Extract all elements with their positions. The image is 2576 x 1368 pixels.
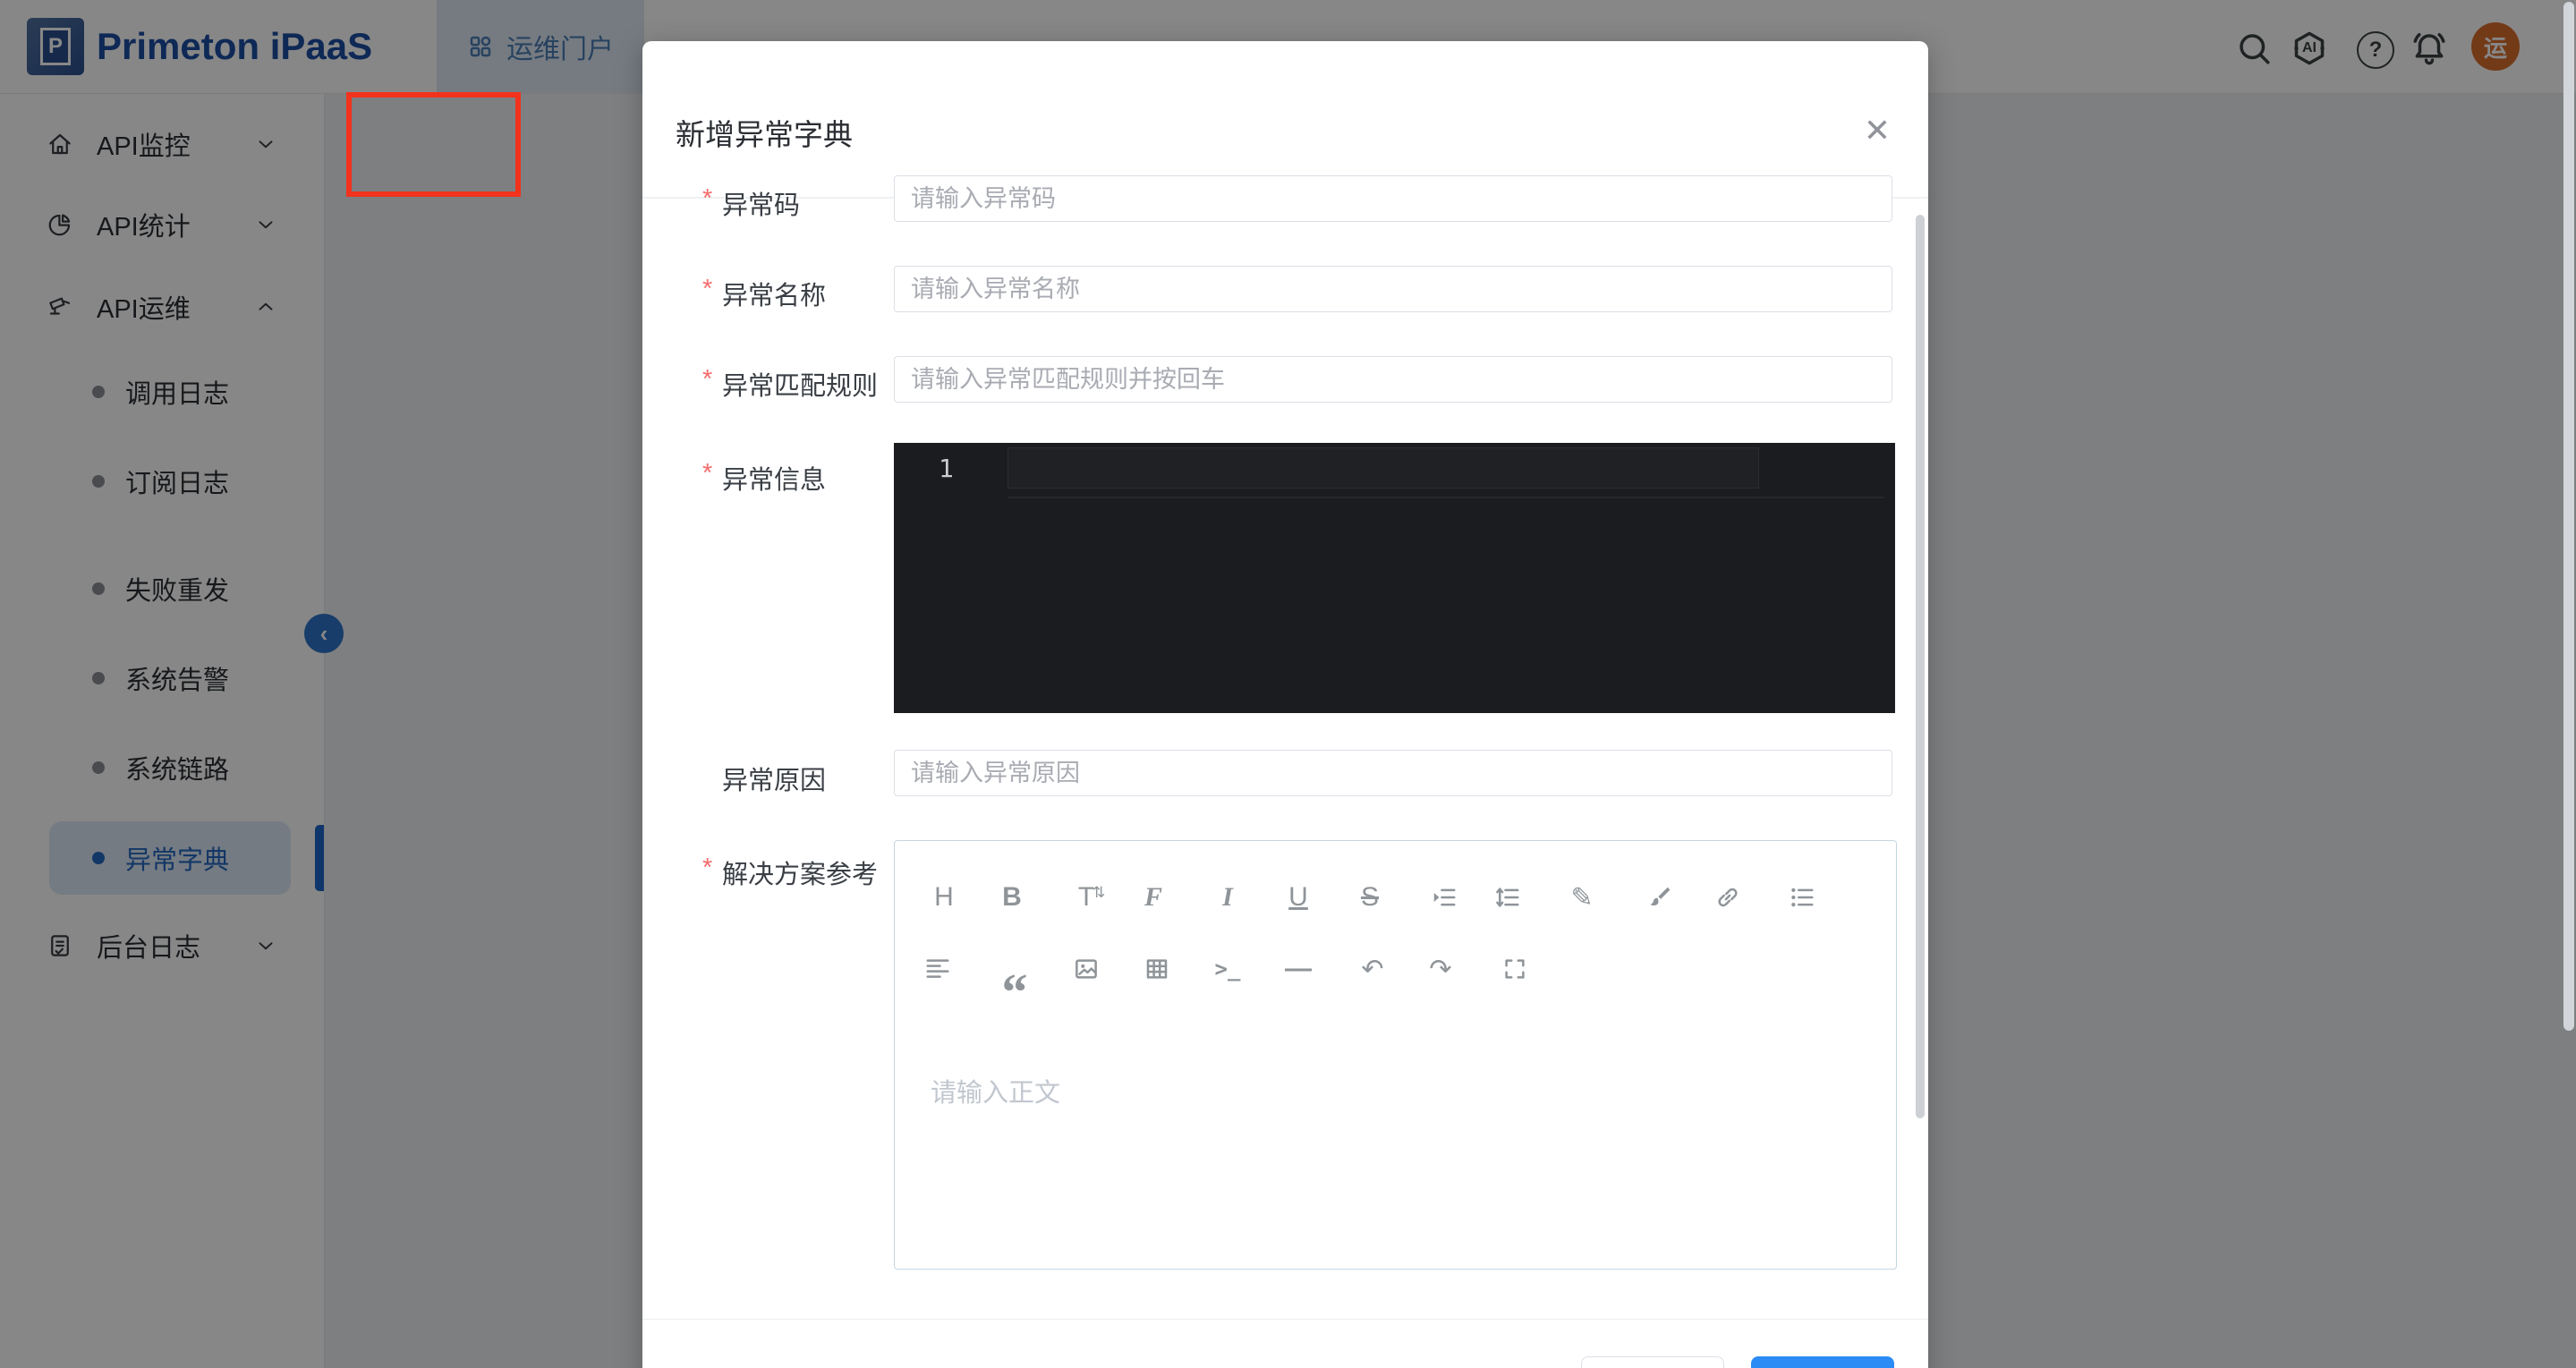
font-size-icon[interactable]: T⇅	[1067, 878, 1106, 917]
brush-icon[interactable]	[1640, 878, 1679, 917]
page-scrollbar-thumb[interactable]	[2563, 2, 2574, 1031]
dialog-title: 新增异常字典	[676, 111, 853, 154]
label-text: 异常匹配规则	[722, 365, 878, 403]
exception-reason-input[interactable]	[894, 750, 1892, 796]
current-line-highlight	[1007, 447, 1759, 489]
label-text: 异常原因	[722, 760, 826, 797]
strikethrough-icon[interactable]: S	[1350, 878, 1390, 917]
add-exception-dialog: 新增异常字典 ✕ * 异常码 * 异常名称 * 异常匹配规则 * 异常信息 1	[642, 41, 1928, 1368]
line-underline	[1007, 497, 1884, 498]
field-label-rule: * 异常匹配规则	[702, 365, 899, 403]
close-icon[interactable]: ✕	[1858, 111, 1897, 150]
field-label-reason: 异常原因	[702, 760, 899, 797]
label-text: 解决方案参考	[722, 854, 878, 891]
required-star: *	[702, 184, 722, 222]
italic-icon[interactable]: I	[1208, 878, 1247, 917]
code-block-icon[interactable]: >_	[1208, 949, 1247, 989]
link-icon[interactable]	[1708, 878, 1747, 917]
required-star: *	[702, 275, 722, 312]
label-text: 异常码	[722, 184, 800, 222]
required-star: *	[702, 854, 722, 891]
horizontal-rule-icon[interactable]: —	[1279, 949, 1318, 989]
image-icon[interactable]	[1067, 949, 1106, 989]
annotation-highlight-box	[346, 92, 521, 197]
app-screen: P Primeton iPaaS 运维门户 AI ?	[0, 0, 2576, 1368]
indent-icon[interactable]	[1424, 878, 1464, 917]
line-number: 1	[939, 454, 954, 483]
exception-info-code-editor[interactable]: 1	[894, 443, 1895, 713]
exception-name-input[interactable]	[894, 266, 1892, 312]
footer-divider	[642, 1319, 1928, 1320]
bullet-list-icon[interactable]	[1782, 878, 1822, 917]
label-text: 异常名称	[722, 275, 826, 312]
align-icon[interactable]	[918, 949, 957, 989]
underline-icon[interactable]: U	[1279, 878, 1318, 917]
pen-icon[interactable]: ✎	[1562, 878, 1602, 917]
heading-icon[interactable]: H	[924, 878, 964, 917]
line-height-icon[interactable]	[1488, 878, 1527, 917]
blockquote-icon[interactable]: “	[995, 949, 1034, 1012]
bold-icon[interactable]: B	[992, 878, 1032, 917]
rich-editor-placeholder: 请输入正文	[931, 1072, 1060, 1109]
confirm-button[interactable]	[1751, 1356, 1894, 1368]
undo-icon[interactable]: ↶	[1353, 949, 1392, 989]
required-star: *	[702, 365, 722, 403]
font-family-icon[interactable]: F	[1134, 878, 1173, 917]
solution-rich-editor: H B T⇅ F I U S ✎	[894, 840, 1897, 1270]
fullscreen-icon[interactable]	[1495, 949, 1535, 989]
field-label-name: * 异常名称	[702, 275, 899, 312]
field-label-code: * 异常码	[702, 184, 899, 222]
modal-scrollbar-thumb[interactable]	[1916, 215, 1925, 1118]
label-spacer	[702, 760, 722, 797]
required-star: *	[702, 459, 722, 497]
label-text: 异常信息	[722, 459, 826, 497]
exception-rule-input[interactable]	[894, 356, 1892, 403]
cancel-button[interactable]	[1581, 1356, 1724, 1368]
redo-icon[interactable]: ↷	[1421, 949, 1460, 989]
table-icon[interactable]	[1137, 949, 1177, 989]
exception-code-input[interactable]	[894, 175, 1892, 222]
field-label-solution: * 解决方案参考	[702, 854, 899, 891]
field-label-info: * 异常信息	[702, 459, 899, 497]
rich-editor-body[interactable]: 请输入正文	[895, 1029, 1894, 1267]
